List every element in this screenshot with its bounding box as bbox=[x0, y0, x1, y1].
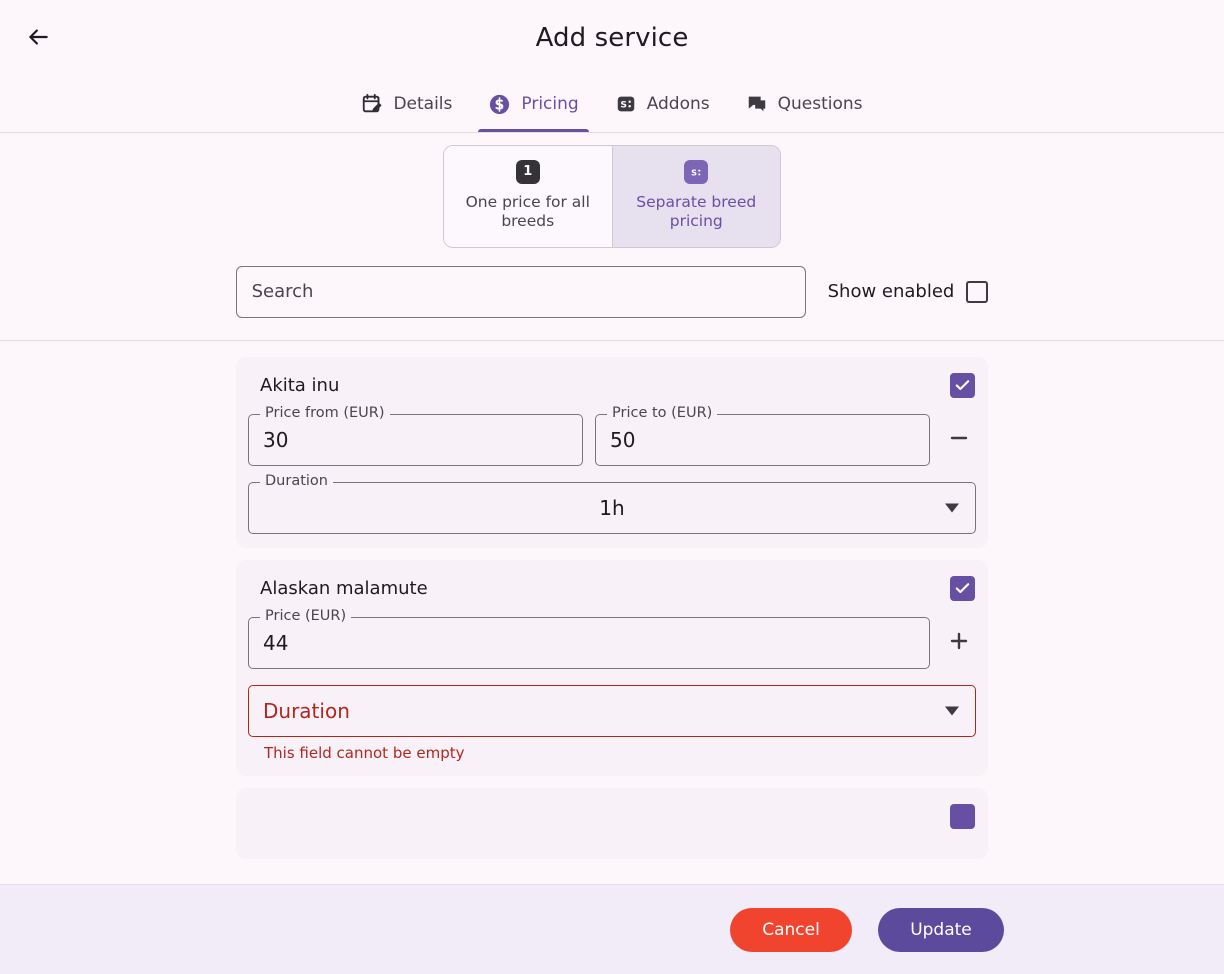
back-button[interactable] bbox=[18, 18, 58, 58]
segment-one-price-for-all-breeds[interactable]: 1 One price for all breeds bbox=[444, 146, 612, 247]
price-to-input[interactable] bbox=[596, 427, 929, 452]
breed-card-akita-inu: Akita inu Price from (EUR) Price to (EUR… bbox=[236, 356, 988, 548]
duration-select[interactable]: Duration 1h bbox=[248, 474, 976, 534]
price-input[interactable] bbox=[249, 630, 929, 655]
tab-pricing[interactable]: S Pricing bbox=[470, 76, 596, 132]
price-field[interactable]: Price (EUR) bbox=[248, 609, 930, 669]
tab-addons[interactable]: S Addons bbox=[597, 76, 728, 132]
breed-enabled-checkbox[interactable] bbox=[950, 372, 975, 398]
segment-separate-breed-label: Separate breed pricing bbox=[636, 193, 757, 230]
update-button[interactable]: Update bbox=[878, 907, 1004, 952]
duration-placeholder: Duration bbox=[263, 698, 350, 723]
svg-text:S: S bbox=[620, 100, 627, 111]
show-enabled-toggle[interactable]: Show enabled bbox=[827, 280, 989, 303]
svg-text:S: S bbox=[691, 167, 697, 177]
segment-separate-breed-pricing[interactable]: S Separate breed pricing bbox=[611, 146, 780, 247]
tab-questions[interactable]: Questions bbox=[728, 76, 881, 132]
tab-details-label: Details bbox=[393, 94, 453, 114]
add-service-dialog: Add service Details S Pricing bbox=[0, 0, 1224, 974]
duration-select[interactable]: Duration bbox=[248, 684, 976, 737]
breed-name: Alaskan malamute bbox=[260, 577, 428, 599]
price-to-label: Price to (EUR) bbox=[607, 406, 718, 421]
price-list-badge: S bbox=[684, 160, 709, 184]
breed-card-header: Akita inu bbox=[248, 372, 976, 398]
tab-details[interactable]: Details bbox=[343, 76, 470, 132]
chevron-down-icon bbox=[945, 503, 959, 513]
show-enabled-checkbox[interactable] bbox=[966, 280, 989, 303]
chevron-down-icon bbox=[945, 706, 959, 716]
search-input[interactable] bbox=[235, 265, 806, 318]
pricing-mode-segmented: 1 One price for all breeds S Separate br… bbox=[443, 145, 781, 248]
duration-row: Duration 1h bbox=[248, 474, 976, 534]
minus-icon bbox=[947, 426, 971, 453]
price-from-input[interactable] bbox=[249, 427, 582, 452]
tab-pricing-label: Pricing bbox=[521, 94, 579, 114]
dollar-circle-icon: S bbox=[488, 93, 511, 116]
remove-price-range-button[interactable] bbox=[942, 423, 976, 457]
segment-one-price-label: One price for all breeds bbox=[465, 193, 590, 230]
duration-value: 1h bbox=[599, 495, 625, 520]
tab-addons-label: Addons bbox=[646, 94, 710, 114]
price-row: Price (EUR) bbox=[248, 609, 976, 669]
breed-card-next bbox=[236, 787, 988, 859]
tab-questions-label: Questions bbox=[777, 94, 863, 114]
duration-error-text: This field cannot be empty bbox=[264, 743, 465, 762]
number-one-badge: 1 bbox=[515, 160, 540, 184]
chat-bubble-icon bbox=[746, 93, 768, 115]
dialog-footer: Cancel Update bbox=[0, 884, 1224, 974]
price-range-row: Price from (EUR) Price to (EUR) bbox=[248, 406, 976, 466]
breed-enabled-checkbox[interactable] bbox=[950, 575, 975, 601]
plus-icon bbox=[947, 629, 971, 656]
breed-card-header bbox=[248, 803, 976, 829]
add-price-range-button[interactable] bbox=[942, 626, 976, 660]
cancel-button[interactable]: Cancel bbox=[730, 907, 852, 952]
dialog-header: Add service bbox=[0, 0, 1224, 76]
show-enabled-label: Show enabled bbox=[827, 281, 955, 303]
breed-card-alaskan-malamute: Alaskan malamute Price (EUR) 44 Duration… bbox=[236, 559, 988, 776]
pricing-mode-section: 1 One price for all breeds S Separate br… bbox=[0, 133, 1224, 248]
price-tag-icon: S bbox=[615, 93, 637, 115]
breed-enabled-checkbox[interactable] bbox=[950, 803, 975, 829]
duration-row: Duration This field cannot be empty bbox=[248, 684, 976, 762]
breed-name: Akita inu bbox=[260, 374, 340, 396]
page-title: Add service bbox=[535, 23, 689, 53]
calendar-edit-icon bbox=[361, 93, 383, 115]
breed-card-header: Alaskan malamute bbox=[248, 575, 976, 601]
price-from-field[interactable]: Price from (EUR) bbox=[248, 406, 583, 466]
price-from-label: Price from (EUR) bbox=[260, 406, 390, 421]
price-label: Price (EUR) bbox=[260, 609, 352, 624]
search-row: Show enabled bbox=[0, 247, 1224, 341]
duration-label: Duration bbox=[260, 474, 333, 489]
arrow-left-icon bbox=[25, 24, 51, 53]
tab-bar: Details S Pricing S Addons bbox=[0, 76, 1224, 133]
price-to-field[interactable]: Price to (EUR) bbox=[595, 406, 930, 466]
breed-list[interactable]: Akita inu Price from (EUR) Price to (EUR… bbox=[0, 340, 1224, 884]
